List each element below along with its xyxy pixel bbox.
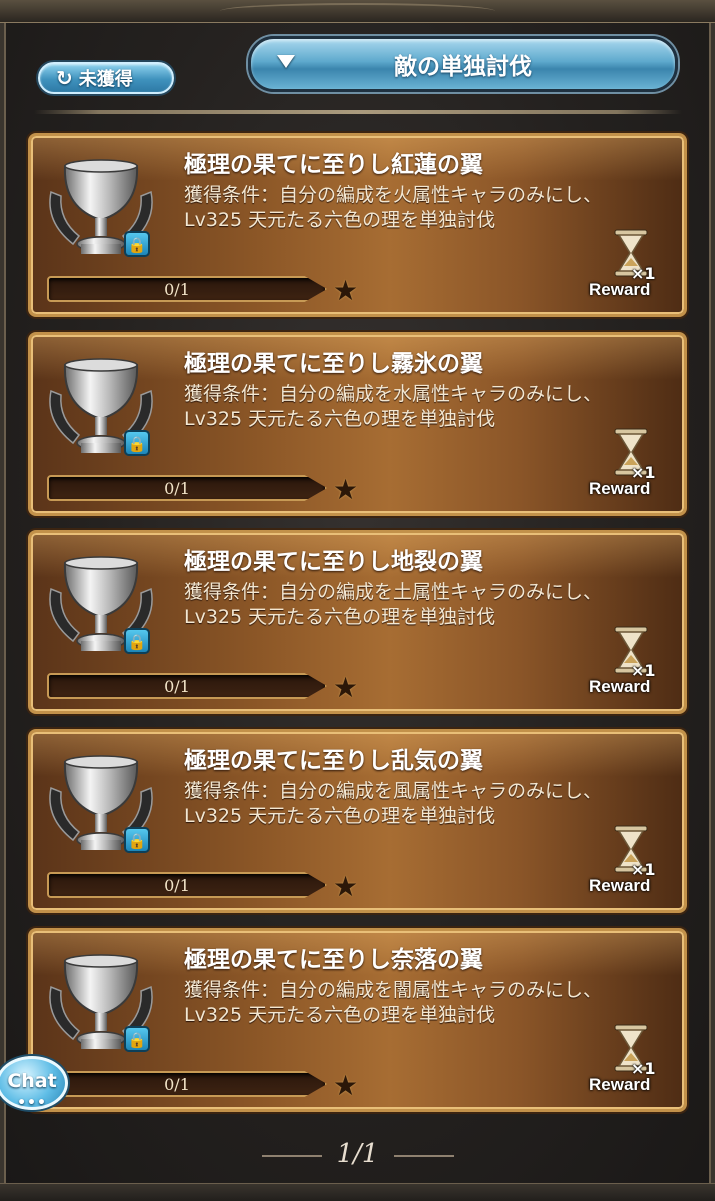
achievement-title: 極理の果てに至りし地裂の翼 xyxy=(184,549,483,575)
star-icon: ★ xyxy=(333,671,359,704)
refresh-icon: ↻ xyxy=(56,66,73,90)
achievement-title: 極理の果てに至りし紅蓮の翼 xyxy=(184,152,483,178)
header-divider xyxy=(34,110,682,114)
achievement-condition-line1: 獲得条件：自分の編成を水属性キャラのみにし、 xyxy=(184,383,603,405)
star-icon: ★ xyxy=(333,870,359,903)
progress-text: 0/1 xyxy=(164,876,190,895)
reward-label: Reward xyxy=(589,876,651,895)
top-ornament xyxy=(0,0,715,23)
achievement-progress-bar: 0/1 xyxy=(47,475,327,501)
reward-label: Reward xyxy=(589,479,651,498)
reward-badge[interactable]: ×1 Reward xyxy=(585,625,675,705)
star-icon: ★ xyxy=(333,1069,359,1102)
app-frame: ↻ 未獲得 敵の単独討伐 🔒 極理の果てに至りし紅蓮の翼 獲得条件：自分の編成を… xyxy=(0,0,715,1201)
lock-icon: 🔒 xyxy=(124,1026,150,1052)
page-indicator: 1/1 xyxy=(336,1139,379,1169)
progress-text: 0/1 xyxy=(164,280,190,299)
lock-icon: 🔒 xyxy=(124,231,150,257)
achievement-progress-bar: 0/1 xyxy=(47,1071,327,1097)
category-dropdown-label: 敵の単独討伐 xyxy=(394,54,532,80)
achievement-card[interactable]: 🔒 極理の果てに至りし紅蓮の翼 獲得条件：自分の編成を火属性キャラのみにし、 L… xyxy=(28,133,687,317)
achievement-title: 極理の果てに至りし霧氷の翼 xyxy=(184,351,483,377)
achievement-condition-line1: 獲得条件：自分の編成を風属性キャラのみにし、 xyxy=(184,780,603,802)
star-icon: ★ xyxy=(333,473,359,506)
reward-label: Reward xyxy=(589,1075,651,1094)
progress-text: 0/1 xyxy=(164,1075,190,1094)
achievement-description: 獲得条件：自分の編成を水属性キャラのみにし、 Lv325 天元たる六色の理を単独… xyxy=(184,382,664,432)
achievement-title: 極理の果てに至りし奈落の翼 xyxy=(184,947,483,973)
lock-icon: 🔒 xyxy=(124,628,150,654)
achievement-description: 獲得条件：自分の編成を土属性キャラのみにし、 Lv325 天元たる六色の理を単独… xyxy=(184,580,664,630)
pagination: 1/1 xyxy=(0,1135,715,1175)
achievement-card[interactable]: 🔒 極理の果てに至りし乱気の翼 獲得条件：自分の編成を風属性キャラのみにし、 L… xyxy=(28,729,687,913)
achievement-description: 獲得条件：自分の編成を闇属性キャラのみにし、 Lv325 天元たる六色の理を単独… xyxy=(184,978,664,1028)
filter-label: 未獲得 xyxy=(78,69,133,90)
reward-label: Reward xyxy=(589,677,651,696)
achievement-progress-bar: 0/1 xyxy=(47,276,327,302)
achievement-progress-bar: 0/1 xyxy=(47,872,327,898)
achievement-title: 極理の果てに至りし乱気の翼 xyxy=(184,748,483,774)
progress-text: 0/1 xyxy=(164,479,190,498)
achievement-description: 獲得条件：自分の編成を火属性キャラのみにし、 Lv325 天元たる六色の理を単独… xyxy=(184,183,664,233)
star-icon: ★ xyxy=(333,274,359,307)
achievement-condition-line1: 獲得条件：自分の編成を闇属性キャラのみにし、 xyxy=(184,979,603,1001)
achievement-card[interactable]: 🔒 極理の果てに至りし地裂の翼 獲得条件：自分の編成を土属性キャラのみにし、 L… xyxy=(28,530,687,714)
reward-badge[interactable]: ×1 Reward xyxy=(585,228,675,308)
filter-toggle-button[interactable]: ↻ 未獲得 xyxy=(38,62,174,94)
reward-badge[interactable]: ×1 Reward xyxy=(585,1023,675,1103)
chat-button[interactable]: Chat ••• xyxy=(0,1056,68,1111)
reward-label: Reward xyxy=(589,280,651,299)
achievement-progress-bar: 0/1 xyxy=(47,673,327,699)
reward-badge[interactable]: ×1 Reward xyxy=(585,824,675,904)
achievement-description: 獲得条件：自分の編成を風属性キャラのみにし、 Lv325 天元たる六色の理を単独… xyxy=(184,779,664,829)
category-dropdown[interactable]: 敵の単独討伐 xyxy=(248,36,678,92)
chat-dots: ••• xyxy=(17,1095,47,1111)
footer-border xyxy=(0,1183,715,1201)
lock-icon: 🔒 xyxy=(124,827,150,853)
achievement-condition-line1: 獲得条件：自分の編成を土属性キャラのみにし、 xyxy=(184,581,603,603)
achievement-condition-line1: 獲得条件：自分の編成を火属性キャラのみにし、 xyxy=(184,184,603,206)
achievement-card[interactable]: 🔒 極理の果てに至りし霧氷の翼 獲得条件：自分の編成を水属性キャラのみにし、 L… xyxy=(28,332,687,516)
progress-text: 0/1 xyxy=(164,677,190,696)
pagination-ornament-right xyxy=(394,1155,454,1157)
lock-icon: 🔒 xyxy=(124,430,150,456)
achievement-card[interactable]: 🔒 極理の果てに至りし奈落の翼 獲得条件：自分の編成を闇属性キャラのみにし、 L… xyxy=(28,928,687,1112)
reward-badge[interactable]: ×1 Reward xyxy=(585,427,675,507)
